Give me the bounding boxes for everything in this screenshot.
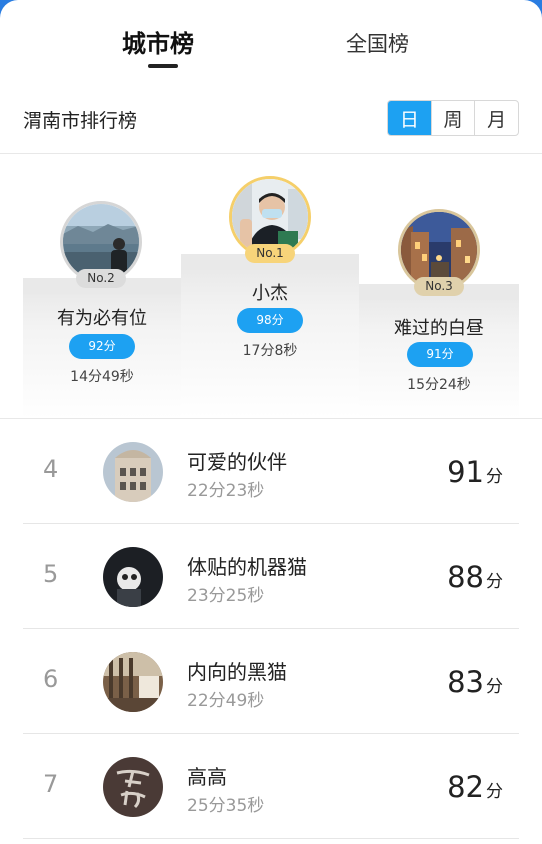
ranking-list: 4 可爱的伙伴 22分23秒 91 分 5 体贴的机器猫 23分25秒 88 分… xyxy=(23,419,519,839)
tab-city-ranking[interactable]: 城市榜 xyxy=(122,24,194,59)
rank-number: 7 xyxy=(43,770,59,798)
third-place-time: 15分24秒 xyxy=(407,377,471,393)
tab-bar: 城市榜 全国榜 xyxy=(0,0,542,82)
second-place-score: 92分 xyxy=(69,334,135,359)
player-time: 23分25秒 xyxy=(187,586,265,606)
first-place-score: 98分 xyxy=(237,308,303,333)
region-title: 渭南市排行榜 xyxy=(23,110,138,132)
rank-number: 5 xyxy=(43,560,59,588)
player-name: 内向的黑猫 xyxy=(187,660,287,684)
player-name: 体贴的机器猫 xyxy=(187,555,307,579)
list-item[interactable]: 4 可爱的伙伴 22分23秒 91 分 xyxy=(23,419,519,524)
rank-badge-3: No.3 xyxy=(414,277,464,296)
player-time: 22分23秒 xyxy=(187,481,265,501)
tab-national-ranking[interactable]: 全国榜 xyxy=(346,28,409,58)
second-place-time: 14分49秒 xyxy=(70,369,134,385)
leaderboard-page: 城市榜 全国榜 渭南市排行榜 日 周 月 No.2 No.1 No.3 有为必有… xyxy=(0,0,542,844)
podium: No.2 No.1 No.3 有为必有位 小杰 难过的白昼 92分 98分 91… xyxy=(0,154,542,418)
rank-badge-1: No.1 xyxy=(245,244,295,263)
period-day-button[interactable]: 日 xyxy=(388,101,432,135)
player-time: 22分49秒 xyxy=(187,691,265,711)
list-item[interactable]: 7 高高 25分35秒 82 分 xyxy=(23,734,519,839)
player-score: 83 分 xyxy=(447,665,503,699)
avatar[interactable] xyxy=(103,652,163,712)
active-tab-indicator xyxy=(148,64,178,68)
player-score: 91 分 xyxy=(447,455,503,489)
player-score: 82 分 xyxy=(447,770,503,804)
period-selector: 日 周 月 xyxy=(387,100,519,136)
rank-number: 6 xyxy=(43,665,59,693)
avatar[interactable] xyxy=(103,547,163,607)
second-place-name: 有为必有位 xyxy=(57,308,147,329)
period-month-button[interactable]: 月 xyxy=(475,101,518,135)
player-name: 高高 xyxy=(187,765,227,789)
third-place-name: 难过的白昼 xyxy=(394,318,484,339)
rank-badge-2: No.2 xyxy=(76,269,126,288)
ranking-header: 渭南市排行榜 日 周 月 xyxy=(0,92,542,146)
first-place-name: 小杰 xyxy=(252,283,288,304)
player-name: 可爱的伙伴 xyxy=(187,450,287,474)
avatar[interactable] xyxy=(103,757,163,817)
player-score: 88 分 xyxy=(447,560,503,594)
player-time: 25分35秒 xyxy=(187,796,265,816)
third-place-score: 91分 xyxy=(407,342,473,367)
rank-number: 4 xyxy=(43,455,59,483)
list-item[interactable]: 5 体贴的机器猫 23分25秒 88 分 xyxy=(23,524,519,629)
list-item[interactable]: 6 内向的黑猫 22分49秒 83 分 xyxy=(23,629,519,734)
first-place-time: 17分8秒 xyxy=(242,343,298,359)
period-week-button[interactable]: 周 xyxy=(432,101,476,135)
avatar[interactable] xyxy=(103,442,163,502)
